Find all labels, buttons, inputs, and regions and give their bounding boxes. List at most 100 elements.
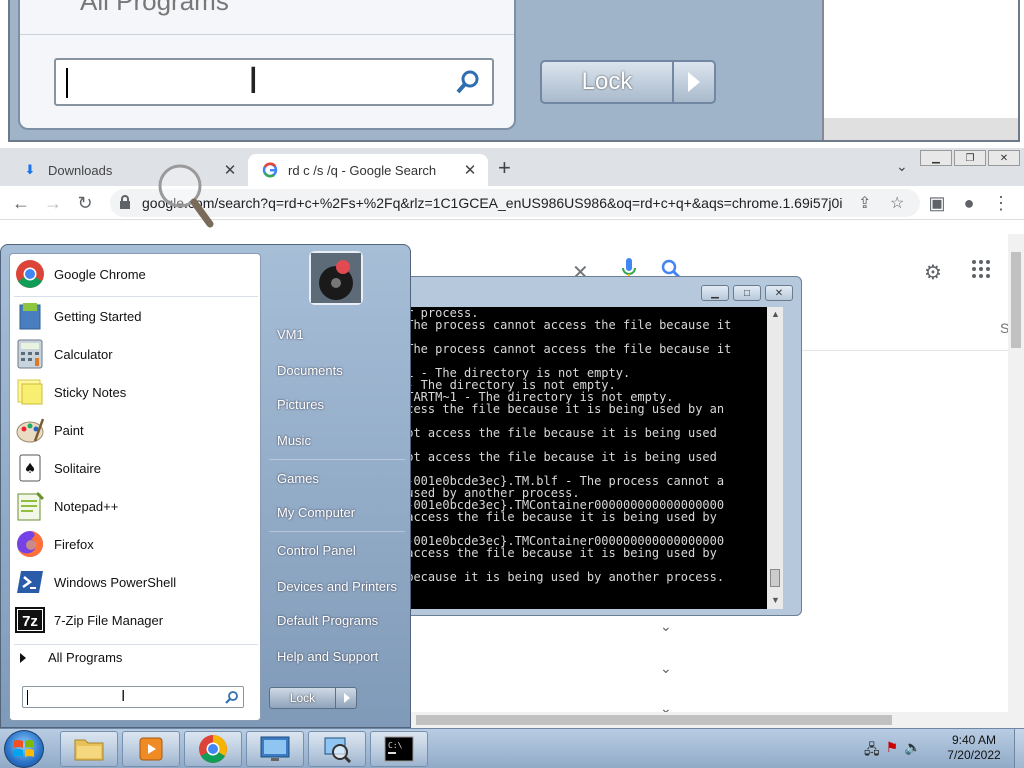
command-prompt-window[interactable]: ▁ □ ✕ er process. The process cannot acc…: [390, 276, 802, 616]
console-scrollbar[interactable]: ▲ ▼: [767, 307, 783, 609]
taskbar-remote-desktop[interactable]: [246, 731, 304, 767]
back-arrow-icon[interactable]: ←: [10, 192, 32, 214]
place-control-panel[interactable]: Control Panel: [269, 535, 405, 567]
restore-button[interactable]: ❐: [954, 150, 986, 166]
apps-grid-icon[interactable]: [972, 260, 990, 278]
address-bar[interactable]: google.com/search?q=rd+c+%2Fs+%2Fq&rlz=1…: [110, 189, 920, 217]
chevron-down-icon[interactable]: ⌄: [660, 618, 672, 635]
program-firefox[interactable]: Firefox: [14, 526, 258, 562]
place-devices-and-printers[interactable]: Devices and Printers: [269, 571, 405, 603]
program-label: Google Chrome: [54, 266, 146, 282]
divider: [269, 531, 405, 532]
magnifier-cursor-icon: [158, 164, 214, 228]
window-controls: ▁ □ ✕: [701, 285, 793, 301]
chevron-down-icon[interactable]: ⌄: [660, 660, 672, 677]
firefox-icon: [14, 528, 46, 560]
window-controls: ▁ ❐ ✕: [920, 150, 1020, 166]
program-solitaire[interactable]: ♠ Solitaire: [14, 450, 258, 486]
forward-arrow-icon[interactable]: →: [42, 192, 64, 214]
vertical-scrollbar[interactable]: [1008, 234, 1024, 728]
zoom-divider: [20, 34, 514, 35]
place-pictures[interactable]: Pictures: [269, 389, 405, 421]
lock-label: Lock: [270, 688, 336, 708]
place-games[interactable]: Games: [269, 463, 405, 495]
powershell-icon: [14, 566, 46, 598]
scroll-thumb[interactable]: [1011, 252, 1021, 348]
all-programs-button[interactable]: All Programs: [20, 650, 122, 665]
minimize-button[interactable]: ▁: [920, 150, 952, 166]
arrow-right-icon: [20, 652, 26, 663]
gear-icon[interactable]: ⚙: [924, 260, 942, 285]
scroll-up-icon[interactable]: ▲: [771, 309, 780, 319]
horizontal-scrollbar[interactable]: [410, 712, 1008, 728]
star-icon[interactable]: ☆: [890, 193, 904, 213]
program-7zip[interactable]: 7z 7-Zip File Manager: [14, 602, 258, 638]
chrome-icon: [14, 258, 46, 290]
divider: [14, 296, 258, 297]
show-desktop-button[interactable]: [1014, 729, 1024, 768]
program-label: Notepad++: [54, 498, 119, 514]
place-music[interactable]: Music: [269, 425, 405, 457]
profile-icon[interactable]: ●: [958, 192, 980, 214]
scroll-thumb[interactable]: [416, 715, 892, 725]
scroll-thumb[interactable]: [770, 569, 780, 587]
start-places-pane: VM1 Documents Pictures Music Games My Co…: [263, 245, 411, 729]
magnifier-app-icon: [324, 737, 352, 764]
maximize-button[interactable]: □: [733, 285, 761, 301]
new-tab-button[interactable]: +: [498, 156, 511, 180]
program-windows-powershell[interactable]: Windows PowerShell: [14, 564, 258, 600]
place-vm1[interactable]: VM1: [269, 319, 405, 351]
close-window-button[interactable]: ✕: [988, 150, 1020, 166]
action-center-flag-icon[interactable]: ⚑: [886, 739, 899, 763]
taskbar-command-prompt[interactable]: C:\: [370, 731, 428, 767]
place-help-and-support[interactable]: Help and Support: [269, 641, 405, 673]
zoom-lock-button[interactable]: Lock: [540, 60, 716, 104]
reload-icon[interactable]: ↻: [74, 192, 96, 214]
program-getting-started[interactable]: Getting Started: [14, 298, 258, 334]
close-window-button[interactable]: ✕: [765, 285, 793, 301]
network-icon[interactable]: 🖧: [864, 739, 880, 763]
zoom-all-programs-text: All Programs: [80, 0, 229, 16]
program-notepadpp[interactable]: Notepad++: [14, 488, 258, 524]
tab-bar: ⬇ Downloads ✕ rd c /s /q - Google Search…: [0, 148, 1024, 186]
close-icon[interactable]: ✕: [460, 161, 480, 179]
close-icon[interactable]: ✕: [220, 161, 240, 179]
taskbar-magnifier[interactable]: [308, 731, 366, 767]
scroll-down-icon[interactable]: ▼: [771, 595, 780, 605]
program-label: Windows PowerShell: [54, 574, 177, 590]
svg-text:C:\: C:\: [388, 741, 403, 750]
volume-icon[interactable]: 🔈: [904, 739, 921, 763]
side-panel-icon[interactable]: ▣: [926, 192, 948, 214]
program-google-chrome[interactable]: Google Chrome: [14, 256, 258, 292]
share-icon[interactable]: ⇪: [858, 193, 871, 213]
zoom-search-input[interactable]: I: [54, 58, 494, 106]
program-sticky-notes[interactable]: Sticky Notes: [14, 374, 258, 410]
lock-button[interactable]: Lock: [269, 687, 357, 709]
program-paint[interactable]: Paint: [14, 412, 258, 448]
chevron-down-icon[interactable]: ⌄: [896, 158, 908, 175]
sticky-notes-icon: [14, 376, 46, 408]
place-documents[interactable]: Documents: [269, 355, 405, 387]
program-calculator[interactable]: Calculator: [14, 336, 258, 372]
program-label: Sticky Notes: [54, 384, 127, 400]
calculator-icon: [14, 338, 46, 370]
user-avatar[interactable]: [309, 251, 363, 305]
start-button[interactable]: [4, 730, 44, 768]
taskbar-chrome[interactable]: [184, 731, 242, 767]
place-default-programs[interactable]: Default Programs: [269, 605, 405, 637]
menu-kebab-icon[interactable]: ⋮: [990, 192, 1012, 214]
tab-google-search[interactable]: rd c /s /q - Google Search ✕: [248, 154, 488, 186]
minimize-button[interactable]: ▁: [701, 285, 729, 301]
console-output[interactable]: er process. The process cannot access th…: [399, 307, 767, 609]
start-search-input[interactable]: I: [22, 686, 244, 708]
monitor-icon: [260, 736, 290, 761]
place-my-computer[interactable]: My Computer: [269, 497, 405, 529]
program-label: Firefox: [54, 536, 94, 552]
taskbar-explorer[interactable]: [60, 731, 118, 767]
divider: [269, 459, 405, 460]
arrow-right-icon[interactable]: [344, 693, 350, 703]
taskbar-media-player[interactable]: [122, 731, 180, 767]
clock[interactable]: 9:40 AM 7/20/2022: [936, 733, 1012, 763]
